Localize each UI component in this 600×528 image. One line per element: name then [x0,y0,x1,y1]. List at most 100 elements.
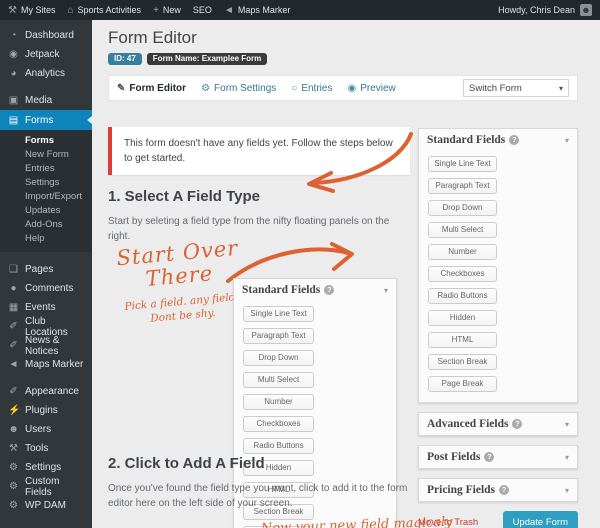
form-id-badge: ID: 47 [108,53,142,65]
collapse-caret-icon[interactable]: ▾ [565,420,569,429]
field-button-radio-buttons[interactable]: Radio Buttons [243,438,314,454]
sidebar-item-forms[interactable]: ▤ Forms [0,110,92,130]
sidebar-item-label: Pages [25,264,53,275]
sidebar-item-users[interactable]: ☻ Users [0,420,92,439]
field-button-paragraph-text[interactable]: Paragraph Text [243,328,314,344]
step2-heading: 2. Click to Add A Field [108,455,265,472]
help-icon[interactable]: ? [512,419,522,429]
comment-bubble-icon: ● [8,283,19,294]
tab-entries[interactable]: ○ Entries [291,83,332,94]
sidebar-item-analytics[interactable]: ◕ Analytics [0,64,92,83]
sidebar-item-news-notices[interactable]: ✐ News & Notices [0,336,92,355]
howdy-greeting[interactable]: Howdy, Chris Dean [498,5,575,15]
submenu-item-addons[interactable]: Add-Ons [0,218,92,232]
help-icon[interactable]: ? [509,135,519,145]
sidebar-item-label: Media [25,95,52,106]
update-form-button[interactable]: Update Form [503,511,578,528]
sidebar-item-dashboard[interactable]: ◔ Dashboard [0,26,92,45]
switch-form-dropdown[interactable]: Switch Form ▾ [463,79,569,97]
sidebar-item-pages[interactable]: ❏ Pages [0,260,92,279]
field-button-paragraph-text[interactable]: Paragraph Text [428,178,497,194]
step1-heading: 1. Select A Field Type [108,188,260,205]
sidebar-item-label: Maps Marker [25,359,83,370]
field-button-hidden[interactable]: Hidden [428,310,497,326]
field-button-checkboxes[interactable]: Checkboxes [243,416,314,432]
sidebar-item-tools[interactable]: ⚒ Tools [0,439,92,458]
admin-bar-seo[interactable]: SEO [193,5,212,15]
tab-form-settings[interactable]: ⚙ Form Settings [201,83,276,94]
sidebar-item-jetpack[interactable]: ◉ Jetpack [0,45,92,64]
sidebar-item-label: Forms [25,115,53,126]
advanced-fields-panel: Advanced Fields ? ▾ [418,412,578,436]
field-button-drop-down[interactable]: Drop Down [428,200,497,216]
field-button-multi-select[interactable]: Multi Select [428,222,497,238]
admin-bar-site-name[interactable]: ⌂ Sports Activities [67,5,141,16]
admin-bar-item-label: Sports Activities [78,5,142,15]
editor-right-rail: Standard Fields ? ▾ Single Line Text Par… [418,128,578,528]
field-button-page-break[interactable]: Page Break [428,376,497,392]
sidebar-item-custom-fields[interactable]: ⚙ Custom Fields [0,477,92,496]
admin-bar-my-sites[interactable]: ⚒ My Sites [8,5,55,16]
submenu-item-forms[interactable]: Forms [0,134,92,148]
field-button-section-break[interactable]: Section Break [428,354,497,370]
sidebar-item-wp-dam[interactable]: ⚙ WP DAM [0,496,92,515]
gear-icon: ⚙ [8,481,19,492]
jetpack-icon: ◉ [8,49,19,60]
sidebar-item-label: Tools [25,443,48,454]
user-avatar[interactable]: ☻ [580,4,592,16]
help-icon[interactable]: ? [499,485,509,495]
form-name-badge: Form Name: Examplee Form [147,53,267,65]
speech-bubble-icon: ○ [291,83,297,94]
field-button-single-line-text[interactable]: Single Line Text [428,156,497,172]
sidebar-item-label: Dashboard [25,30,74,41]
admin-bar-item-label: Maps Marker [238,5,291,15]
help-icon[interactable]: ? [324,285,334,295]
tab-preview[interactable]: ◉ Preview [347,83,395,94]
sidebar-item-events[interactable]: ▦ Events [0,298,92,317]
field-button-drop-down[interactable]: Drop Down [243,350,314,366]
submenu-item-entries[interactable]: Entries [0,162,92,176]
gears-icon: ⚙ [201,83,210,94]
plus-icon: + [153,5,159,16]
tab-label: Form Settings [214,83,276,94]
field-button-checkboxes[interactable]: Checkboxes [428,266,497,282]
sidebar-item-label: News & Notices [25,335,84,357]
field-button-multi-select[interactable]: Multi Select [243,372,314,388]
person-icon: ☻ [8,424,19,435]
sidebar-item-appearance[interactable]: ✐ Appearance [0,382,92,401]
admin-bar-new[interactable]: + New [153,5,181,16]
sidebar-item-maps-marker[interactable]: ◄ Maps Marker [0,355,92,374]
sidebar-item-comments[interactable]: ● Comments [0,279,92,298]
collapse-caret-icon[interactable]: ▾ [384,286,388,295]
gear-icon: ⚙ [8,500,19,511]
admin-bar-maps-marker[interactable]: ◄ Maps Marker [224,5,290,16]
submenu-item-help[interactable]: Help [0,232,92,246]
panel-title: Standard Fields [242,284,320,296]
tab-form-editor[interactable]: ✎ Form Editor [117,83,186,94]
field-button-number[interactable]: Number [428,244,497,260]
analytics-icon: ◕ [8,68,19,79]
submenu-item-updates[interactable]: Updates [0,204,92,218]
collapse-caret-icon[interactable]: ▾ [565,136,569,145]
submenu-item-import-export[interactable]: Import/Export [0,190,92,204]
submenu-item-settings[interactable]: Settings [0,176,92,190]
field-button-number[interactable]: Number [243,394,314,410]
pushpin-icon: ✐ [8,340,19,351]
gear-icon: ⚙ [8,462,19,473]
panel-title: Post Fields [427,451,480,463]
field-button-html[interactable]: HTML [428,332,497,348]
hand-drawn-arrow-right [222,236,364,284]
tab-label: Form Editor [129,83,186,94]
sidebar-item-club-locations[interactable]: ✐ Club Locations [0,317,92,336]
submenu-item-new-form[interactable]: New Form [0,148,92,162]
sidebar-item-settings[interactable]: ⚙ Settings [0,458,92,477]
sidebar-item-media[interactable]: ▣ Media [0,91,92,110]
collapse-caret-icon[interactable]: ▾ [565,453,569,462]
collapse-caret-icon[interactable]: ▾ [565,486,569,495]
help-icon[interactable]: ? [484,452,494,462]
field-button-single-line-text[interactable]: Single Line Text [243,306,314,322]
step2-body: Once you've found the field type you wan… [108,481,408,511]
field-button-radio-buttons[interactable]: Radio Buttons [428,288,497,304]
sidebar-item-plugins[interactable]: ⚡ Plugins [0,401,92,420]
sidebar-item-label: Settings [25,462,61,473]
